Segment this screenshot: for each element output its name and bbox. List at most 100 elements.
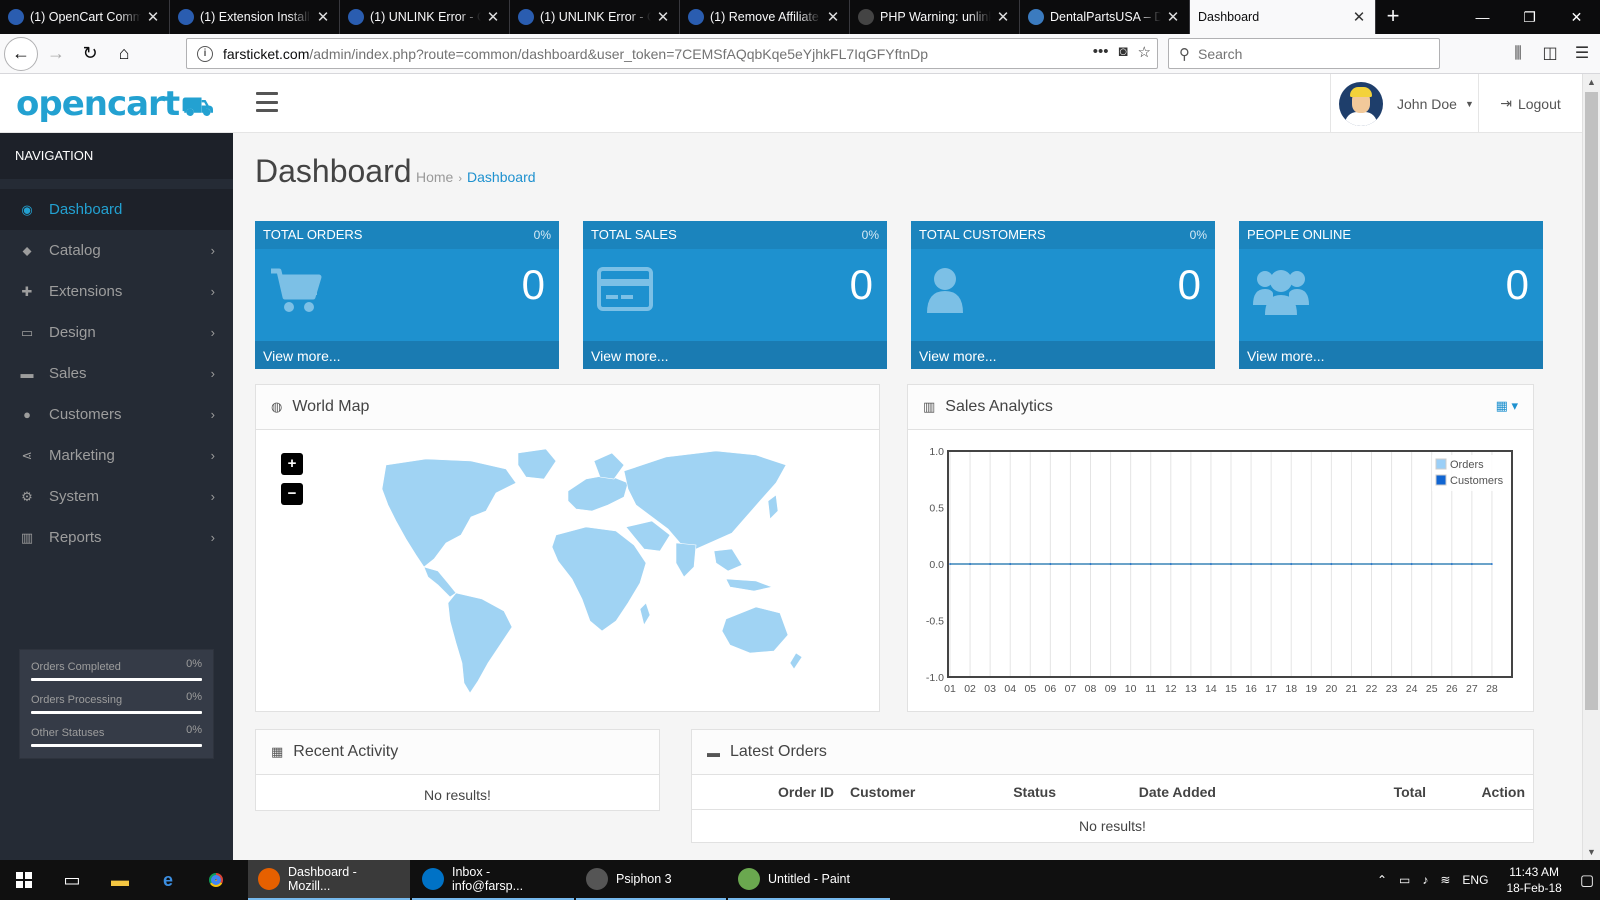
start-button[interactable] — [0, 860, 48, 900]
sidebar-item-design[interactable]: ▭ Design › — [0, 312, 233, 353]
menu-toggle-button[interactable] — [256, 92, 278, 112]
logo-cart-icon: ⛟ — [181, 92, 214, 122]
taskbar-app-label: Psiphon 3 — [616, 872, 672, 886]
tab-close-icon[interactable]: ✕ — [315, 8, 331, 26]
data-point-customers — [1290, 563, 1293, 565]
volume-icon[interactable]: ♪ — [1416, 873, 1434, 887]
browser-tab[interactable]: (1) UNLINK Error - OpenCart ✕ — [340, 0, 510, 34]
stat-percent: 0% — [186, 658, 202, 670]
info-icon[interactable]: i — [197, 45, 213, 62]
battery-icon[interactable]: ▭ — [1393, 873, 1416, 887]
view-more-link[interactable]: View more... — [1239, 341, 1543, 369]
tab-close-icon[interactable]: ✕ — [485, 8, 501, 26]
edge-icon[interactable]: e — [144, 860, 192, 900]
view-more-link[interactable]: View more... — [911, 341, 1215, 369]
library-icon[interactable]: ⫼ — [1506, 38, 1530, 69]
file-explorer-icon[interactable]: ▬ — [96, 860, 144, 900]
view-more-link[interactable]: View more... — [255, 341, 559, 369]
pocket-icon[interactable]: ◙ — [1118, 43, 1127, 61]
sidebar-item-label: Reports — [49, 529, 102, 546]
logo-text: opencart — [16, 84, 180, 124]
sidebar-item-system[interactable]: ⚙ System › — [0, 476, 233, 517]
tab-close-icon[interactable]: ✕ — [995, 8, 1011, 26]
tab-close-icon[interactable]: ✕ — [655, 8, 671, 26]
home-icon[interactable]: ⌂ — [108, 38, 140, 70]
sidebar-item-catalog[interactable]: ⬥ Catalog › — [0, 230, 233, 271]
wifi-icon[interactable]: ≋ — [1434, 873, 1456, 887]
page-actions-icon[interactable]: ••• — [1093, 43, 1109, 61]
tab-close-icon[interactable]: ✕ — [1351, 8, 1367, 26]
browser-tab[interactable]: DentalPartsUSA – Dental ✕ — [1020, 0, 1190, 34]
view-more-link[interactable]: View more... — [583, 341, 887, 369]
app-icon — [738, 868, 760, 890]
calendar-dropdown-icon[interactable]: ▦ ▾ — [1496, 398, 1518, 414]
search-input[interactable]: ⚲ Search — [1168, 38, 1440, 69]
close-window-icon[interactable]: ✕ — [1553, 0, 1600, 34]
url-bar[interactable]: i farsticket.com/admin/index.php?route=c… — [186, 38, 1158, 69]
task-view-icon[interactable]: ▭ — [48, 860, 96, 900]
forward-arrow-icon[interactable]: → — [40, 38, 72, 70]
x-tick-label: 23 — [1386, 683, 1398, 695]
recent-activity-header: ▦ Recent Activity — [256, 730, 659, 775]
user-dropdown[interactable]: John Doe ▼ — [1330, 74, 1478, 133]
stat-percent: 0% — [186, 724, 202, 736]
tray-chevron-up-icon[interactable]: ⌃ — [1371, 873, 1393, 887]
minimize-icon[interactable]: — — [1459, 0, 1506, 34]
opencart-logo[interactable]: opencart⛟ — [16, 84, 214, 126]
taskbar-app[interactable]: Untitled - Paint — [728, 860, 890, 900]
back-arrow-icon[interactable]: ← — [4, 36, 38, 71]
sales-analytics-chart: 1.0 0.5 0.0 -0.5 -1.001 02 03 04 05 06 07 08 09 10 11 1… — [926, 446, 1513, 695]
tab-title: (1) Remove Affiliate - OpenCart — [710, 10, 821, 24]
sidebar-item-customers[interactable]: ● Customers › — [0, 394, 233, 435]
x-tick-label: 02 — [964, 683, 976, 695]
recent-activity-panel: ▦ Recent Activity No results! — [255, 729, 660, 811]
scrollbar-thumb[interactable] — [1585, 92, 1598, 710]
data-point-customers — [1029, 563, 1032, 565]
restore-icon[interactable]: ❐ — [1506, 0, 1553, 34]
tab-close-icon[interactable]: ✕ — [825, 8, 841, 26]
tile-value: 0 — [1505, 261, 1529, 308]
tile-title: TOTAL ORDERS — [263, 227, 363, 242]
scroll-up-icon[interactable]: ▲ — [1583, 74, 1600, 90]
dashboard-icon: ◉ — [21, 201, 33, 217]
new-tab-icon[interactable]: + — [1376, 0, 1410, 34]
app-icon — [586, 868, 608, 890]
chrome-icon[interactable] — [192, 860, 240, 900]
reload-icon[interactable]: ↻ — [74, 38, 106, 70]
page-scrollbar[interactable]: ▲ ▼ — [1582, 74, 1600, 860]
world-map[interactable] — [256, 431, 881, 713]
scroll-down-icon[interactable]: ▼ — [1583, 844, 1600, 860]
hamburger-menu-icon[interactable]: ☰ — [1570, 38, 1594, 69]
clock[interactable]: 11:43 AM 18-Feb-18 — [1494, 864, 1573, 896]
sidebar-item-extensions[interactable]: ✚ Extensions › — [0, 271, 233, 312]
tab-close-icon[interactable]: ✕ — [145, 8, 161, 26]
browser-tab[interactable]: PHP Warning: unlink ✕ — [850, 0, 1020, 34]
language-indicator[interactable]: ENG — [1456, 873, 1494, 887]
browser-tab[interactable]: (1) UNLINK Error - OpenCart ✕ — [510, 0, 680, 34]
browser-tab[interactable]: (1) OpenCart Community ✕ — [0, 0, 170, 34]
tab-title: PHP Warning: unlink — [880, 10, 991, 24]
taskbar-app[interactable]: Psiphon 3 — [576, 860, 726, 900]
browser-tab[interactable]: Dashboard ✕ — [1190, 0, 1376, 34]
sidebar-item-label: Customers — [49, 406, 122, 423]
sidebar-toggle-icon[interactable]: ◫ — [1538, 38, 1562, 69]
windows-logo-icon — [16, 872, 32, 888]
data-point-customers — [1210, 563, 1212, 565]
taskbar-app[interactable]: Dashboard - Mozill... — [248, 860, 410, 900]
breadcrumb-home[interactable]: Home — [416, 169, 453, 185]
action-center-icon[interactable]: ▢ — [1574, 871, 1600, 889]
credit-card-icon — [597, 265, 653, 315]
tab-close-icon[interactable]: ✕ — [1165, 8, 1181, 26]
world-map-panel: ◍ World Map + − — [255, 384, 880, 712]
sidebar-item-reports[interactable]: ▥ Reports › — [0, 517, 233, 558]
sidebar-item-dashboard[interactable]: ◉ Dashboard — [0, 189, 233, 230]
logout-button[interactable]: ⇥ Logout — [1478, 74, 1582, 133]
breadcrumb-current[interactable]: Dashboard — [467, 169, 536, 185]
sidebar-item-sales[interactable]: ▬ Sales › — [0, 353, 233, 394]
sidebar-item-marketing[interactable]: ⋖ Marketing › — [0, 435, 233, 476]
browser-tab[interactable]: (1) Remove Affiliate - OpenCart ✕ — [680, 0, 850, 34]
bookmark-star-icon[interactable]: ☆ — [1138, 43, 1151, 61]
browser-tab[interactable]: (1) Extension Installer Issue ✕ — [170, 0, 340, 34]
taskbar-app[interactable]: Inbox - info@farsp... — [412, 860, 574, 900]
x-tick-label: 24 — [1406, 683, 1418, 695]
